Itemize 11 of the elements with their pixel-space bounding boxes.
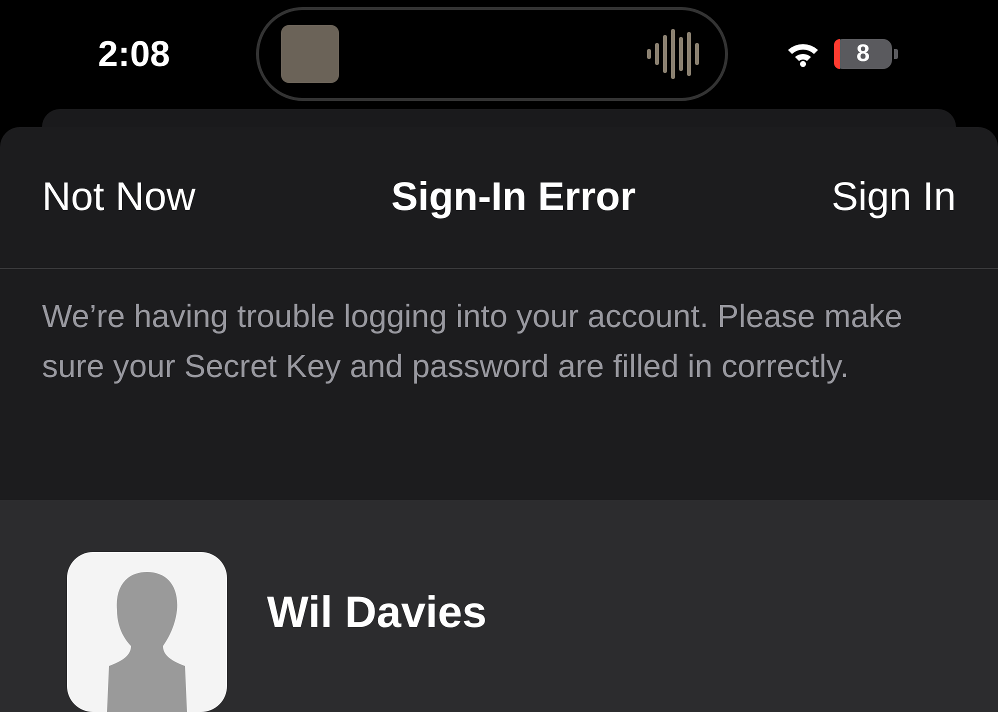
status-time: 2:08: [98, 33, 172, 76]
person-silhouette-icon: [107, 570, 187, 712]
wifi-icon: [786, 41, 820, 68]
battery-indicator: 8: [834, 39, 892, 70]
album-art-placeholder: [281, 25, 339, 84]
error-message: We’re having trouble logging into your account. Please make sure your Secret Key and password are filled in correctly.: [41, 297, 904, 386]
sheet-title: Sign-In Error: [391, 175, 636, 220]
waveform-icon: [647, 29, 699, 80]
account-name: Wil Davies: [267, 588, 487, 638]
not-now-button[interactable]: Not Now: [42, 175, 196, 220]
sign-in-button[interactable]: Sign In: [831, 175, 956, 220]
